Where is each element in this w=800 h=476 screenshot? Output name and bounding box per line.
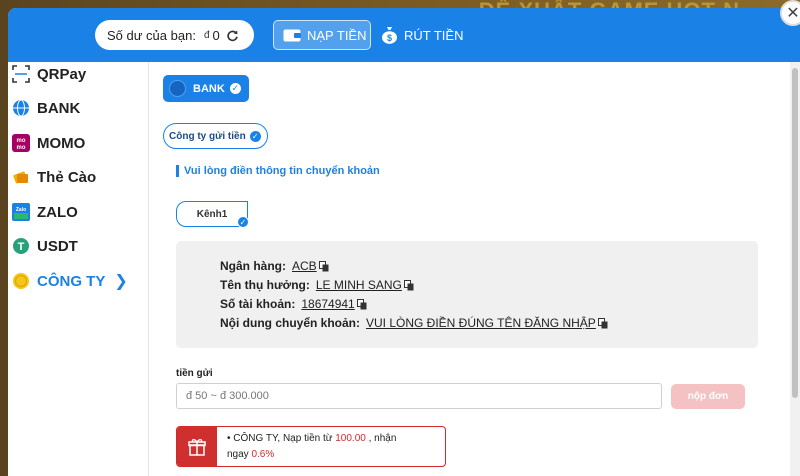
promo-text3: ngay (227, 449, 249, 460)
sidebar-item-qrpay[interactable]: QRPay (12, 62, 86, 86)
qr-scan-icon (12, 65, 30, 83)
svg-text:mo: mo (17, 138, 26, 144)
note-bar (176, 165, 179, 177)
sidebar-item-label: Thẻ Cào (37, 168, 97, 186)
balance-value: 0 (212, 27, 220, 43)
sidebar-item-label: CÔNG TY (37, 272, 106, 290)
gift-icon (177, 427, 217, 466)
account-number-value: 18674941 (301, 297, 355, 311)
promo-text2: , nhận (368, 433, 397, 444)
modal-header: Số dư của bạn: đ 0 NẠP TIỀN $ RÚT TIỀN (8, 8, 800, 62)
balance-label: Số dư của bạn: (107, 27, 196, 43)
submit-button[interactable]: nộp đơn (671, 384, 745, 409)
payment-method-sidebar: QRPay BANK momo MOMO Thẻ Cào Zalo ZALO (8, 62, 149, 476)
bank-name-value: ACB (292, 259, 317, 273)
refresh-icon[interactable] (226, 29, 239, 42)
globe-icon (169, 80, 186, 97)
beneficiary-row: Tên thụ hưởng: LE MINH SANG (220, 278, 414, 292)
chevron-right-icon: ❯ (114, 273, 128, 290)
promo-min-amount: 100.00 (335, 433, 366, 444)
svg-text:Zalo: Zalo (16, 207, 26, 213)
sidebar-item-label: MOMO (37, 134, 86, 152)
promo-company: CÔNG TY, (233, 433, 281, 444)
sidebar-item-zalo[interactable]: Zalo ZALO (12, 200, 78, 224)
check-icon: ✓ (237, 216, 249, 228)
transfer-content-value: VUI LÒNG ĐIỀN ĐÚNG TÊN ĐĂNG NHẬP (366, 316, 596, 330)
channel-label: Kênh1 (196, 208, 228, 220)
tab-deposit-label: NẠP TIỀN (307, 27, 367, 43)
promo-text: • CÔNG TY, Nạp tiền từ 100.00 , nhận nga… (217, 427, 396, 466)
check-icon: ✓ (249, 130, 261, 142)
coin-icon (12, 272, 30, 290)
bank-name-label: Ngân hàng: (220, 259, 286, 273)
copy-icon[interactable] (318, 260, 329, 272)
tab-deposit[interactable]: NẠP TIỀN (273, 20, 371, 50)
bank-option-chip[interactable]: BANK ✓ (163, 75, 249, 102)
channel-option[interactable]: Kênh1 ✓ (176, 201, 249, 228)
sidebar-item-label: USDT (37, 237, 78, 255)
close-icon: ✕ (786, 5, 800, 22)
scrollbar[interactable] (790, 62, 800, 476)
sidebar-item-the-cao[interactable]: Thẻ Cào (12, 165, 96, 189)
scrollbar-thumb[interactable] (792, 68, 798, 398)
card-icon (12, 168, 30, 186)
beneficiary-label: Tên thụ hưởng: (220, 278, 310, 292)
deposit-content: BANK ✓ Công ty gửi tiền ✓ Vui lòng điền … (150, 62, 788, 476)
company-deposit-chip[interactable]: Công ty gửi tiền ✓ (163, 123, 268, 149)
note-text: Vui lòng điền thông tin chuyển khoản (184, 165, 380, 177)
svg-text:T: T (18, 241, 25, 253)
company-chip-label: Công ty gửi tiền (169, 130, 246, 142)
transfer-content-label: Nội dung chuyển khoản: (220, 316, 360, 330)
check-icon: ✓ (229, 83, 241, 94)
sidebar-item-label: ZALO (37, 203, 78, 221)
deposit-modal: Số dư của bạn: đ 0 NẠP TIỀN $ RÚT TIỀN Q… (8, 8, 800, 476)
tab-withdraw[interactable]: $ RÚT TIỀN (381, 20, 463, 50)
close-button[interactable]: ✕ (780, 0, 800, 26)
svg-text:$: $ (387, 33, 392, 43)
promo-rate: 0.6% (251, 449, 275, 460)
amount-label: tiền gửi (176, 368, 213, 379)
tether-icon: T (12, 237, 30, 255)
globe-icon (12, 99, 30, 117)
account-number-row: Số tài khoản: 18674941 (220, 297, 367, 311)
copy-icon[interactable] (403, 279, 414, 291)
bank-name-row: Ngân hàng: ACB (220, 259, 329, 273)
tab-withdraw-label: RÚT TIỀN (404, 27, 464, 43)
transfer-content-row: Nội dung chuyển khoản: VUI LÒNG ĐIỀN ĐÚN… (220, 316, 608, 330)
amount-input[interactable]: đ 50 ~ đ 300.000 (176, 383, 662, 409)
svg-text:mo: mo (17, 145, 26, 151)
copy-icon[interactable] (356, 298, 367, 310)
promo-bullet: • (227, 433, 231, 444)
sidebar-item-bank[interactable]: BANK (12, 96, 80, 120)
promo-text1: Nạp tiền từ (282, 433, 333, 444)
balance-pill: Số dư của bạn: đ 0 (95, 20, 254, 50)
currency-symbol: đ (203, 29, 210, 41)
momo-icon: mo mo (12, 134, 30, 152)
transfer-info-note: Vui lòng điền thông tin chuyển khoản (176, 165, 380, 177)
money-bag-icon: $ (382, 27, 397, 44)
wallet-icon (283, 29, 301, 41)
copy-icon[interactable] (597, 317, 608, 329)
sidebar-item-label: QRPay (37, 65, 87, 83)
promo-box: • CÔNG TY, Nạp tiền từ 100.00 , nhận nga… (176, 426, 446, 467)
sidebar-item-cong-ty[interactable]: CÔNG TY ❯ (12, 269, 128, 293)
bank-chip-label: BANK (193, 82, 225, 95)
sidebar-item-usdt[interactable]: T USDT (12, 234, 78, 258)
account-number-label: Số tài khoản: (220, 297, 296, 311)
sidebar-item-momo[interactable]: mo mo MOMO (12, 131, 85, 155)
zalopay-icon: Zalo (12, 203, 30, 221)
beneficiary-value: LE MINH SANG (315, 278, 402, 292)
bank-info-box: Ngân hàng: ACB Tên thụ hưởng: LE MINH SA… (176, 241, 758, 348)
sidebar-item-label: BANK (37, 99, 81, 117)
